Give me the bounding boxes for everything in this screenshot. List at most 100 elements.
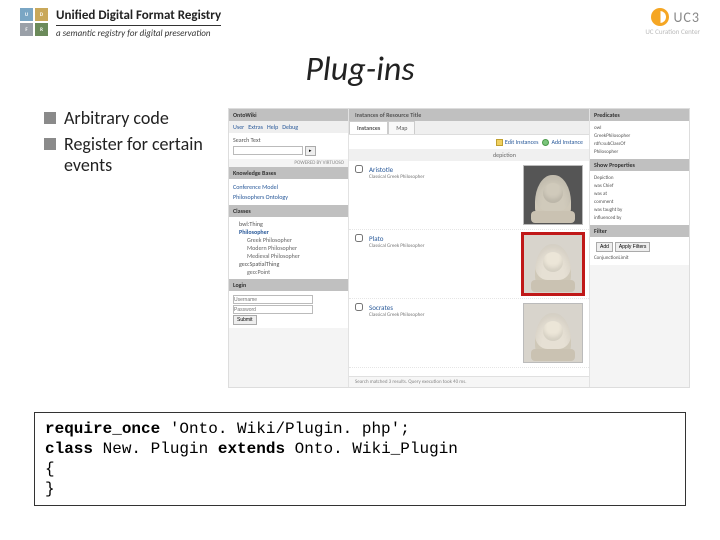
uc3-icon — [651, 8, 669, 26]
login-submit-button[interactable]: Submit — [233, 315, 257, 325]
instance-rows: Aristotle Classical Greek Philosopher Pl… — [349, 161, 589, 376]
kb-list: Conference Model Philosophers Ontology — [229, 179, 348, 205]
nav-link[interactable]: Help — [267, 123, 278, 131]
prop-item[interactable]: was Chief — [594, 182, 685, 190]
bullet-list: Arbitrary code Register for certain even… — [44, 108, 214, 388]
registry-subtitle: a semantic registry for digital preserva… — [56, 28, 221, 39]
prop-item[interactable]: Depiction — [594, 174, 685, 182]
main-header: Instances of Resource Title — [349, 109, 589, 121]
col-depiction: depiction — [493, 151, 583, 159]
row-checkbox[interactable] — [355, 165, 363, 173]
class-tree: bwl:Thing Philosopher Greek Philosopher … — [229, 217, 348, 279]
row-checkbox[interactable] — [355, 234, 363, 242]
code-text: Onto. Wiki_Plugin — [285, 440, 458, 458]
search-button[interactable]: ▸ — [305, 146, 316, 156]
prop-item[interactable]: was taught by — [594, 206, 685, 214]
bullet-item: Arbitrary code — [44, 108, 214, 130]
tab-map[interactable]: Map — [388, 121, 415, 134]
panel-filter-header: Filter — [590, 225, 689, 237]
nav-link[interactable]: Debug — [282, 123, 298, 131]
divider — [56, 25, 221, 26]
row-name[interactable]: Socrates — [369, 303, 523, 312]
filter-apply-button[interactable]: Apply Filters — [615, 242, 651, 252]
row-name[interactable]: Plato — [369, 234, 523, 243]
edit-label: Edit Instances — [505, 138, 539, 146]
kb-item[interactable]: Conference Model — [233, 182, 344, 192]
main-toolbar: Edit Instances Add Instance — [349, 135, 589, 149]
panel-predicates-header: Predicates — [590, 109, 689, 121]
edit-instances-button[interactable]: Edit Instances — [496, 138, 539, 146]
show-properties: Depiction was Chief was at comment was t… — [590, 171, 689, 225]
panel-kb-header: Knowledge Bases — [229, 167, 348, 179]
ontowiki-nav: User Extras Help Debug — [229, 121, 348, 133]
prop-item[interactable]: influenced by — [594, 214, 685, 222]
panel-ontowiki-header: OntoWiki — [229, 109, 348, 121]
tree-node[interactable]: Medieval Philosopher — [233, 252, 344, 260]
bullet-text: Register for certain events — [64, 134, 214, 177]
logo-u: U — [20, 8, 33, 21]
table-row: Socrates Classical Greek Philosopher — [349, 299, 589, 368]
row-desc: Classical Greek Philosopher — [369, 174, 523, 180]
uc3-logo: UC3 — [645, 8, 700, 26]
bust-icon — [535, 313, 571, 359]
bullet-square-icon — [44, 112, 56, 124]
panel-show-header: Show Properties — [590, 159, 689, 171]
powered-by: POWERED BY VIRTUOSO — [229, 159, 348, 167]
row-desc: Classical Greek Philosopher — [369, 312, 523, 318]
logo-r: R — [35, 23, 48, 36]
search-label: Search Text — [233, 136, 344, 144]
predicate-item[interactable]: GreekPhilosopher — [594, 132, 685, 140]
search-input[interactable] — [233, 146, 303, 155]
tree-node[interactable]: Modern Philosopher — [233, 244, 344, 252]
filter-add-button[interactable]: Add — [596, 242, 613, 252]
bullet-item: Register for certain events — [44, 134, 214, 177]
bullet-square-icon — [44, 138, 56, 150]
row-thumbnail[interactable] — [523, 165, 583, 225]
code-text: } — [45, 480, 55, 498]
plus-icon — [542, 139, 549, 146]
predicate-item[interactable]: Philosopher — [594, 148, 685, 156]
code-text: { — [45, 460, 55, 478]
tree-node[interactable]: Greek Philosopher — [233, 236, 344, 244]
password-field[interactable] — [233, 305, 313, 314]
filter-note: ConjunctionLimit — [594, 254, 685, 262]
username-field[interactable] — [233, 295, 313, 304]
prop-item[interactable]: comment — [594, 198, 685, 206]
tree-node[interactable]: geo:Point — [233, 268, 344, 276]
tree-node[interactable]: geo:SpatialThing — [233, 260, 344, 268]
prop-item[interactable]: was at — [594, 190, 685, 198]
add-instance-button[interactable]: Add Instance — [542, 138, 583, 146]
logo-d: D — [35, 8, 48, 21]
ss-sidebar-left: OntoWiki User Extras Help Debug Search T… — [229, 109, 349, 387]
row-thumbnail-highlighted[interactable] — [523, 234, 583, 294]
tab-instances[interactable]: Instances — [349, 121, 388, 134]
code-text: 'Onto. Wiki/Plugin. php'; — [160, 420, 410, 438]
row-thumbnail[interactable] — [523, 303, 583, 363]
tree-node[interactable]: Philosopher — [233, 228, 344, 236]
panel-login-header: Login — [229, 279, 348, 291]
bullet-text: Arbitrary code — [64, 108, 169, 130]
predicate-item: rdfs:subClassOf — [594, 140, 685, 148]
table-row: Plato Classical Greek Philosopher — [349, 230, 589, 299]
uc3-subtitle: UC Curation Center — [645, 27, 700, 36]
list-header: depiction — [349, 149, 589, 161]
ontowiki-screenshot: OntoWiki User Extras Help Debug Search T… — [228, 108, 690, 388]
slide-title: Plug-ins — [0, 49, 720, 90]
kb-item[interactable]: Philosophers Ontology — [233, 192, 344, 202]
ss-sidebar-right: Predicates owl GreekPhilosopher rdfs:sub… — [589, 109, 689, 387]
header-left: U D F R Unified Digital Format Registry … — [20, 8, 221, 39]
filter-panel: Add Apply Filters ConjunctionLimit — [590, 237, 689, 265]
row-name[interactable]: Aristotle — [369, 165, 523, 174]
row-checkbox[interactable] — [355, 303, 363, 311]
bust-icon — [535, 244, 571, 290]
nav-link[interactable]: Extras — [248, 123, 263, 131]
logo-f: F — [20, 23, 33, 36]
tree-node[interactable]: bwl:Thing — [233, 220, 344, 228]
slide-header: U D F R Unified Digital Format Registry … — [0, 0, 720, 39]
ss-main: Instances of Resource Title Instances Ma… — [349, 109, 589, 387]
udfr-logo: U D F R — [20, 8, 48, 36]
nav-link[interactable]: User — [233, 123, 244, 131]
uc3-text: UC3 — [673, 9, 700, 26]
code-kw: require_once — [45, 420, 160, 438]
header-text: Unified Digital Format Registry a semant… — [56, 8, 221, 39]
